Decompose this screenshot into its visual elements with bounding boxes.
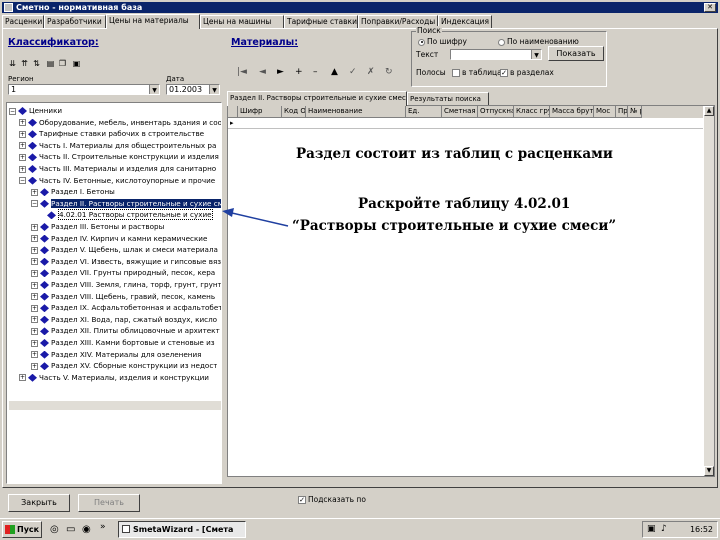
taskbar: Пуск ◎ ▭ ◉ » SmetaWizard - [Смета ▣ ♪ 16… [0, 518, 720, 540]
reference-checkbox[interactable]: ✓ Подсказать по [298, 495, 366, 504]
start-label: Пуск [17, 525, 40, 534]
main-window: Сметно - нормативная база ✕ Расценки Раз… [0, 0, 720, 517]
volume-icon[interactable]: ♪ [661, 522, 667, 537]
tab-section-materials[interactable]: Раздел II. Растворы строительные и сухие… [227, 91, 407, 106]
task-window-label: SmetaWizard - [Смета [133, 525, 234, 534]
windows-logo-icon [5, 525, 15, 534]
system-tray: ▣ ♪ 16:52 [642, 521, 718, 538]
print-button[interactable]: Печать [78, 494, 140, 512]
media-icon[interactable]: ◉ [82, 524, 91, 535]
bottom-bar: Закрыть Печать ✓ Подсказать по [2, 490, 718, 516]
browser-icon[interactable]: ◎ [50, 524, 59, 535]
pointer-arrow [222, 208, 289, 227]
tab-material-prices[interactable]: Цены на материалы [106, 14, 200, 29]
start-button[interactable]: Пуск [2, 521, 42, 538]
keyboard-icon[interactable]: ▣ [647, 522, 656, 537]
clock: 16:52 [689, 525, 713, 534]
close-button[interactable]: Закрыть [8, 494, 70, 512]
chevron-right-icon[interactable]: » [100, 522, 106, 532]
app-icon [122, 525, 130, 533]
checkbox-icon[interactable]: ✓ [298, 496, 306, 504]
taskbar-window-button[interactable]: SmetaWizard - [Смета [118, 521, 246, 538]
reference-label: Подсказать по [308, 495, 366, 504]
desktop-icon[interactable]: ▭ [66, 524, 75, 535]
